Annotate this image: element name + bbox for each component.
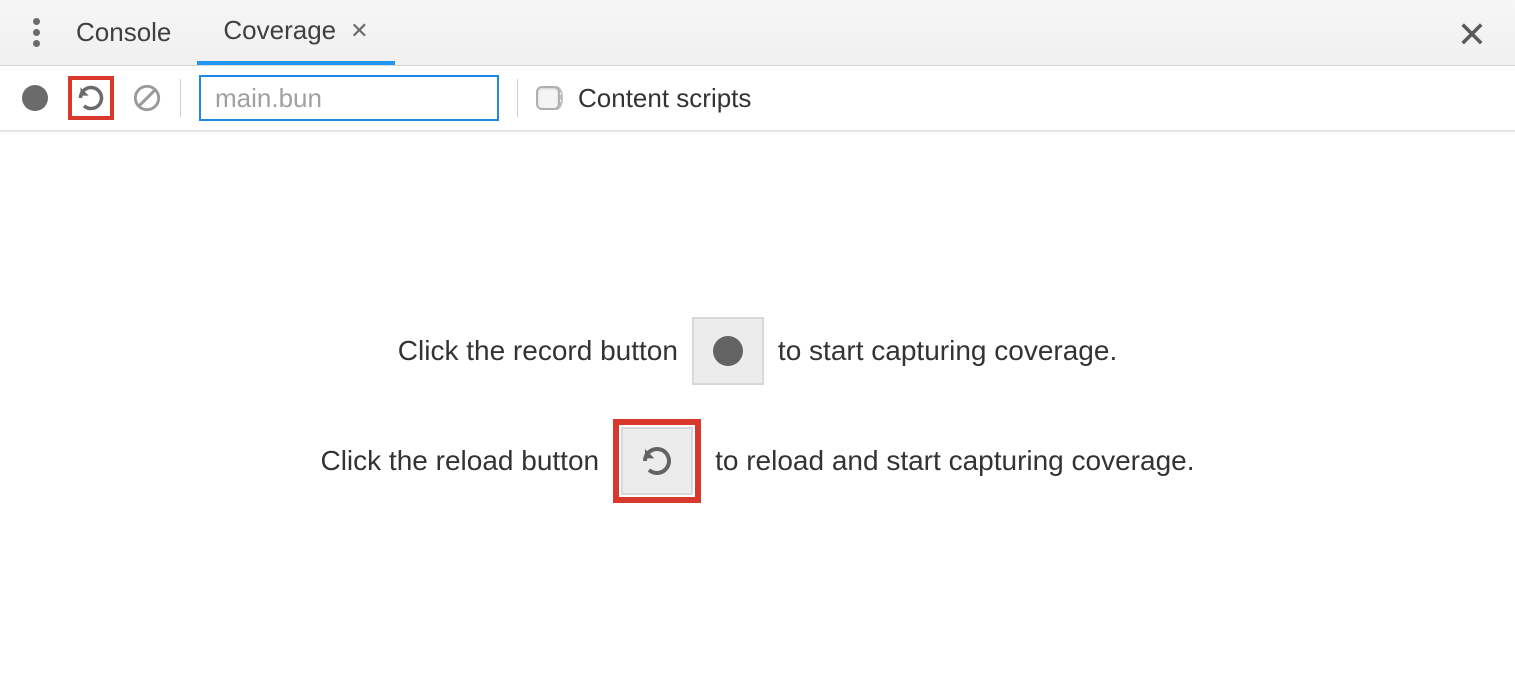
record-button[interactable] bbox=[20, 83, 50, 113]
hint-record: Click the record button to start capturi… bbox=[398, 317, 1117, 385]
tab-label: Coverage bbox=[223, 15, 336, 46]
content-scripts-checkbox[interactable] bbox=[536, 86, 560, 110]
tab-coverage[interactable]: Coverage ✕ bbox=[197, 0, 394, 65]
reload-icon bbox=[641, 445, 673, 477]
tab-console[interactable]: Console bbox=[50, 0, 197, 65]
hint-reload: Click the reload button to reload and st… bbox=[320, 419, 1194, 503]
inline-reload-button[interactable] bbox=[621, 427, 693, 495]
divider bbox=[180, 79, 181, 117]
inline-record-button[interactable] bbox=[692, 317, 764, 385]
divider bbox=[517, 79, 518, 117]
hint-text: to reload and start capturing coverage. bbox=[715, 445, 1194, 477]
inline-reload-highlight bbox=[613, 419, 701, 503]
clear-icon bbox=[133, 84, 161, 112]
filter-input[interactable] bbox=[215, 83, 550, 114]
kebab-menu-icon[interactable] bbox=[22, 18, 50, 47]
coverage-empty-state: Click the record button to start capturi… bbox=[0, 132, 1515, 687]
reload-button[interactable] bbox=[76, 83, 106, 113]
hint-text: Click the record button bbox=[398, 335, 678, 367]
record-icon bbox=[22, 85, 48, 111]
hint-text: to start capturing coverage. bbox=[778, 335, 1117, 367]
content-scripts-label[interactable]: Content scripts bbox=[578, 83, 751, 114]
clear-button[interactable] bbox=[132, 83, 162, 113]
reload-icon bbox=[77, 84, 105, 112]
toolbar: ✕ Content scripts bbox=[0, 66, 1515, 132]
record-icon bbox=[713, 336, 743, 366]
filter-input-wrap: ✕ bbox=[199, 75, 499, 121]
close-panel-icon[interactable]: ✕ bbox=[1457, 14, 1487, 56]
tab-label: Console bbox=[76, 17, 171, 48]
hint-text: Click the reload button bbox=[320, 445, 599, 477]
tab-bar: Console Coverage ✕ ✕ bbox=[0, 0, 1515, 66]
reload-button-highlight bbox=[68, 76, 114, 120]
close-tab-icon[interactable]: ✕ bbox=[350, 18, 368, 44]
